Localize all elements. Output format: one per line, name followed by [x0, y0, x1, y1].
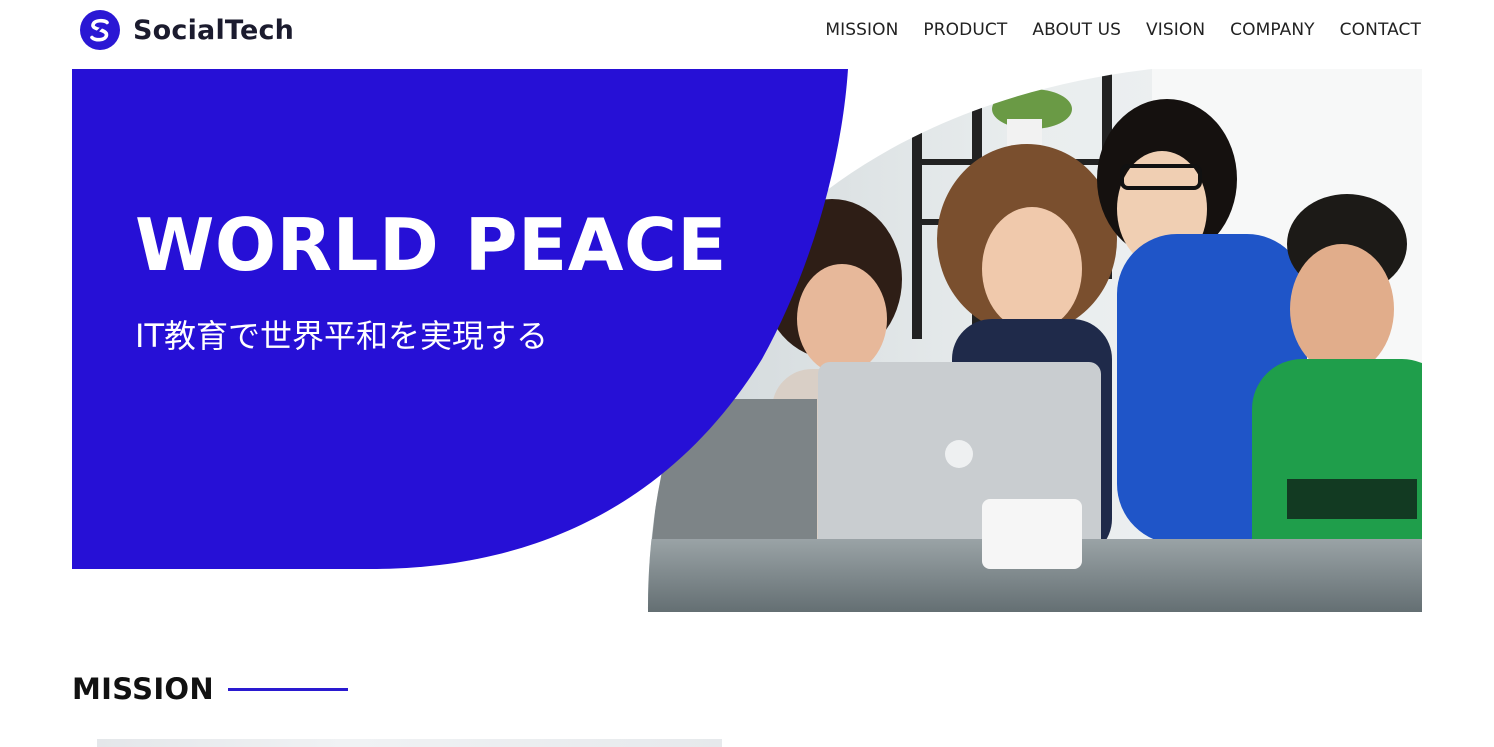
s-logo-icon	[80, 10, 120, 50]
nav-mission[interactable]: MISSION	[825, 20, 898, 40]
nav-company[interactable]: COMPANY	[1230, 20, 1315, 40]
brand-logo[interactable]: SocialTech	[80, 10, 294, 50]
nav-vision[interactable]: VISION	[1146, 20, 1205, 40]
hero-title: WORLD PEACE	[135, 203, 727, 287]
mission-image	[97, 739, 722, 747]
nav-product[interactable]: PRODUCT	[923, 20, 1007, 40]
hero-section: WORLD PEACE IT教育で世界平和を実現する	[72, 69, 1422, 612]
nav-about-us[interactable]: ABOUT US	[1032, 20, 1121, 40]
mission-divider	[227, 687, 348, 691]
hero-subtitle: IT教育で世界平和を実現する	[135, 317, 548, 355]
mission-title: MISSION	[72, 672, 214, 706]
mission-section-header: MISSION	[72, 672, 348, 706]
brand-name: SocialTech	[133, 14, 295, 46]
nav-contact[interactable]: CONTACT	[1340, 20, 1421, 40]
site-header: SocialTech MISSION PRODUCT ABOUT US VISI…	[0, 0, 1494, 66]
main-nav: MISSION PRODUCT ABOUT US VISION COMPANY …	[825, 20, 1421, 40]
